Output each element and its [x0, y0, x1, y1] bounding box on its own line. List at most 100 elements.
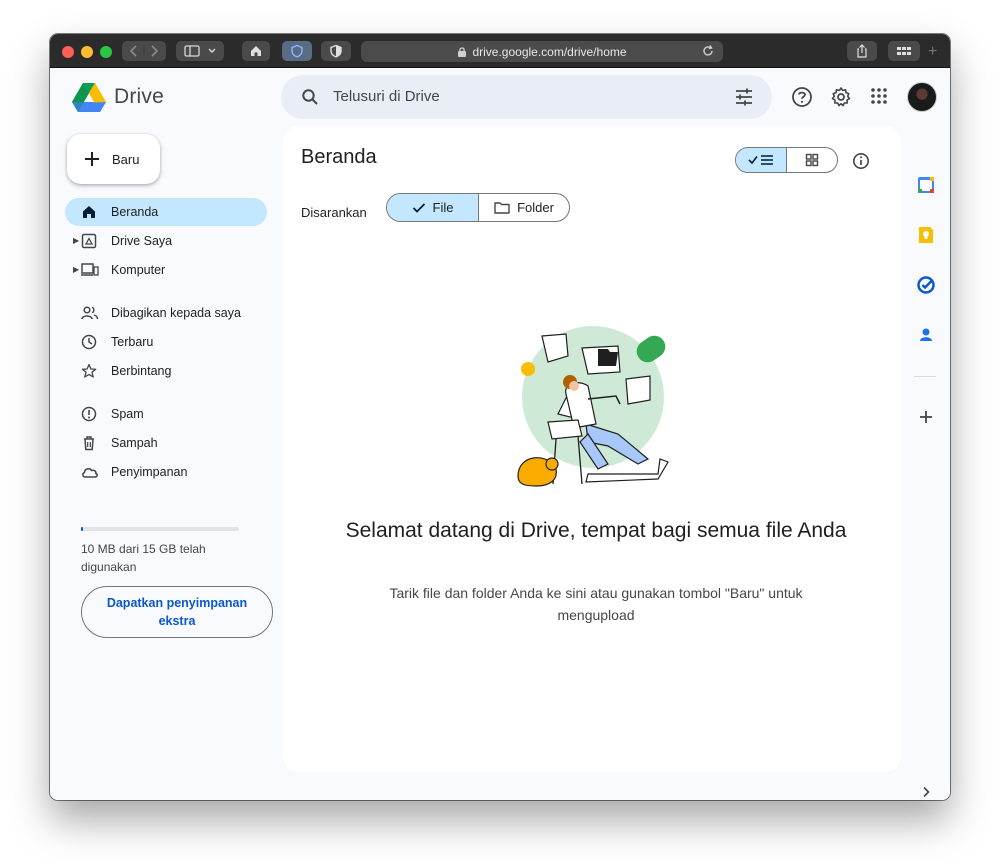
browser-window: drive.google.com/drive/home + Drive Telu…: [50, 34, 950, 800]
zoom-window-button[interactable]: [100, 46, 112, 58]
sidebar-toggle-button[interactable]: [176, 41, 224, 61]
share-icon: [857, 44, 867, 58]
storage-quota-bar: [81, 527, 239, 531]
home-icon: [83, 206, 95, 218]
sidebar-item-label: Terbaru: [111, 335, 154, 349]
trash-icon: [84, 436, 94, 451]
sidebar-item-terbaru[interactable]: Terbaru: [65, 328, 267, 356]
suggested-label: Disarankan: [301, 205, 367, 220]
sidebar-item-drive-saya[interactable]: ▶ Drive Saya: [65, 227, 267, 255]
contacts-icon[interactable]: [917, 326, 935, 344]
sidebar-item-label: Dibagikan kepada saya: [111, 306, 241, 320]
storage-quota-fill: [81, 527, 83, 531]
plus-icon: [85, 152, 99, 166]
sidebar-item-dibagikan[interactable]: Dibagikan kepada saya: [65, 299, 267, 327]
star-icon: [81, 363, 97, 378]
page-title: Beranda: [301, 146, 377, 168]
house-icon: [251, 46, 261, 56]
chevron-right-icon[interactable]: [921, 786, 931, 798]
new-button-label: Baru: [112, 151, 140, 167]
folder-chip-label: Folder: [517, 200, 554, 215]
suggested-filter-chips: File Folder: [386, 193, 570, 222]
computer-icon: [81, 263, 99, 276]
cloud-icon: [82, 468, 98, 478]
sidebar-item-label: Sampah: [111, 436, 158, 450]
expand-caret-icon[interactable]: ▶: [73, 265, 79, 274]
lock-icon: [458, 46, 467, 57]
sidebar-item-label: Drive Saya: [111, 234, 173, 248]
help-icon[interactable]: [791, 86, 813, 108]
tab-overview-button[interactable]: [888, 41, 920, 61]
sidebar-item-label: Komputer: [111, 263, 166, 277]
google-drive-logo-icon: [72, 83, 106, 112]
search-options-icon[interactable]: [734, 87, 754, 107]
shield-icon: [291, 44, 303, 58]
app-name: Drive: [114, 85, 165, 108]
half-shield-icon: [330, 44, 342, 58]
sidebar-item-komputer[interactable]: ▶ Komputer: [65, 256, 267, 284]
sidebar-item-label: Beranda: [111, 205, 159, 219]
keep-icon[interactable]: [917, 226, 935, 244]
calendar-icon[interactable]: [917, 176, 935, 194]
address-bar[interactable]: drive.google.com/drive/home: [361, 41, 723, 62]
shared-people-icon: [81, 306, 99, 320]
get-more-storage-button[interactable]: Dapatkan penyimpanan ekstra: [81, 586, 273, 638]
home-button[interactable]: [242, 41, 270, 61]
side-panel-divider: [914, 376, 936, 377]
add-addon-plus-icon[interactable]: [917, 408, 935, 426]
file-chip[interactable]: File: [387, 194, 479, 221]
welcome-subtitle: Tarik file dan folder Anda ke sini atau …: [389, 585, 803, 623]
sidebar-icon: [184, 45, 216, 57]
welcome-title: Selamat datang di Drive, tempat bagi sem…: [345, 519, 847, 542]
sidebar-item-penyimpanan[interactable]: Penyimpanan: [65, 458, 267, 486]
drive-logo[interactable]: Drive: [72, 82, 164, 112]
view-toggle: [735, 147, 838, 173]
grid-view-button[interactable]: [787, 148, 837, 172]
drive-app: Drive Telusuri di Drive Baru Beranda ▶ D…: [50, 68, 950, 800]
check-icon: [412, 202, 425, 213]
list-view-button[interactable]: [736, 148, 787, 172]
clock-icon: [81, 334, 97, 350]
file-chip-label: File: [432, 200, 454, 215]
expand-caret-icon[interactable]: ▶: [73, 236, 79, 245]
back-forward-buttons[interactable]: [122, 41, 166, 61]
new-button[interactable]: Baru: [67, 134, 160, 184]
new-tab-icon[interactable]: +: [928, 44, 937, 60]
minimize-window-button[interactable]: [81, 46, 93, 58]
sidebar-item-spam[interactable]: Spam: [65, 400, 267, 428]
search-icon[interactable]: [301, 88, 319, 106]
search-bar[interactable]: Telusuri di Drive: [281, 75, 772, 119]
account-avatar[interactable]: [907, 82, 937, 112]
sidebar-item-label: Penyimpanan: [111, 465, 188, 479]
tab-grid-icon: [897, 47, 911, 55]
share-button[interactable]: [847, 41, 877, 61]
reload-icon[interactable]: [701, 44, 715, 58]
sidebar-item-sampah[interactable]: Sampah: [65, 429, 267, 457]
my-drive-icon: [81, 233, 97, 249]
empty-state-illustration: [517, 326, 669, 487]
spam-icon: [81, 406, 97, 422]
browser-toolbar: drive.google.com/drive/home +: [50, 34, 950, 68]
sidebar-item-label: Spam: [111, 407, 144, 421]
sidebar-item-label: Berbintang: [111, 364, 172, 378]
info-icon[interactable]: [852, 152, 870, 170]
close-window-button[interactable]: [62, 46, 74, 58]
settings-gear-icon[interactable]: [830, 86, 852, 108]
main-content: Beranda Disarankan File Folder Selamat d…: [283, 126, 901, 772]
reader-extension-button[interactable]: [321, 41, 351, 61]
folder-chip[interactable]: Folder: [479, 194, 569, 221]
privacy-extension-button[interactable]: [282, 41, 312, 61]
search-input[interactable]: Telusuri di Drive: [333, 88, 440, 105]
check-list-icon: [748, 155, 773, 165]
tasks-icon[interactable]: [917, 276, 935, 294]
screenshot-stage: drive.google.com/drive/home + Drive Telu…: [0, 0, 1000, 866]
grid-icon: [805, 153, 819, 167]
sidebar-item-beranda[interactable]: Beranda: [65, 198, 267, 226]
back-forward-icon: [129, 45, 159, 57]
folder-icon: [494, 202, 510, 214]
url-text: drive.google.com/drive/home: [472, 44, 627, 59]
side-panel: [901, 126, 950, 800]
sidebar-item-berbintang[interactable]: Berbintang: [65, 357, 267, 385]
apps-grid-icon[interactable]: [869, 86, 889, 106]
storage-quota-text: 10 MB dari 15 GB telah digunakan: [81, 542, 206, 574]
